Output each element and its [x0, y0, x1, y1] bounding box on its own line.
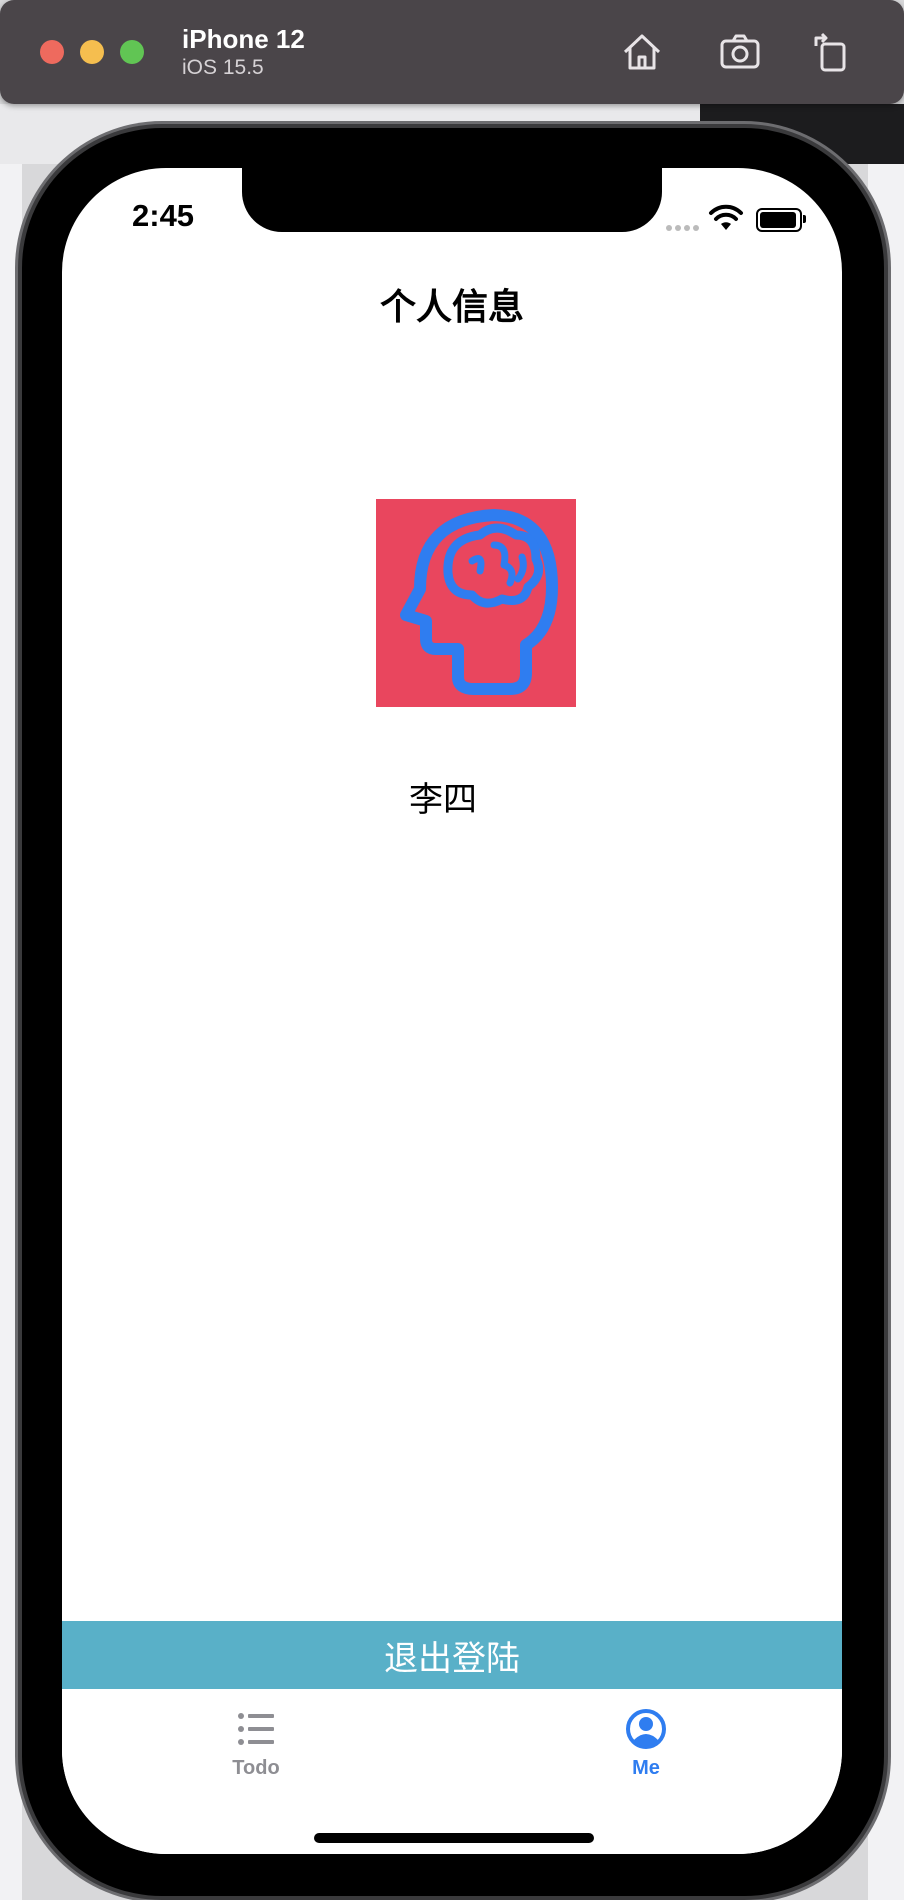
tab-bar: Todo Me — [62, 1689, 842, 1854]
logout-button[interactable]: 退出登陆 — [62, 1621, 842, 1689]
tab-todo[interactable]: Todo — [176, 1707, 336, 1780]
tab-me[interactable]: Me — [566, 1707, 726, 1780]
simulator-titlebar: iPhone 12 iOS 15.5 — [0, 0, 904, 104]
zoom-window-button[interactable] — [120, 40, 144, 64]
user-circle-icon — [626, 1709, 666, 1749]
home-icon[interactable] — [618, 28, 666, 76]
avatar — [376, 499, 576, 707]
wifi-icon — [709, 204, 743, 230]
cellular-icon — [666, 218, 702, 236]
device-name: iPhone 12 — [182, 24, 305, 54]
page-title: 个人信息 — [379, 286, 524, 327]
battery-tip — [803, 215, 806, 223]
home-indicator — [314, 1833, 594, 1843]
username: 李四 — [409, 781, 477, 819]
background-left-panel — [0, 164, 22, 1900]
notch — [242, 168, 662, 232]
screenshot-icon[interactable] — [716, 28, 764, 76]
minimize-window-button[interactable] — [80, 40, 104, 64]
status-time: 2:45 — [132, 198, 195, 233]
status-icons — [666, 204, 806, 234]
rotate-icon[interactable] — [808, 28, 856, 76]
tab-me-label: Me — [632, 1757, 660, 1779]
tab-todo-label: Todo — [232, 1757, 280, 1779]
list-icon — [238, 1713, 274, 1745]
phone-screen: 2:45 个人信息 李四 退出登陆 Todo Me — [62, 168, 842, 1854]
close-window-button[interactable] — [40, 40, 64, 64]
os-version: iOS 15.5 — [182, 56, 264, 79]
brain-head-icon — [400, 509, 558, 695]
battery-icon — [756, 208, 802, 232]
